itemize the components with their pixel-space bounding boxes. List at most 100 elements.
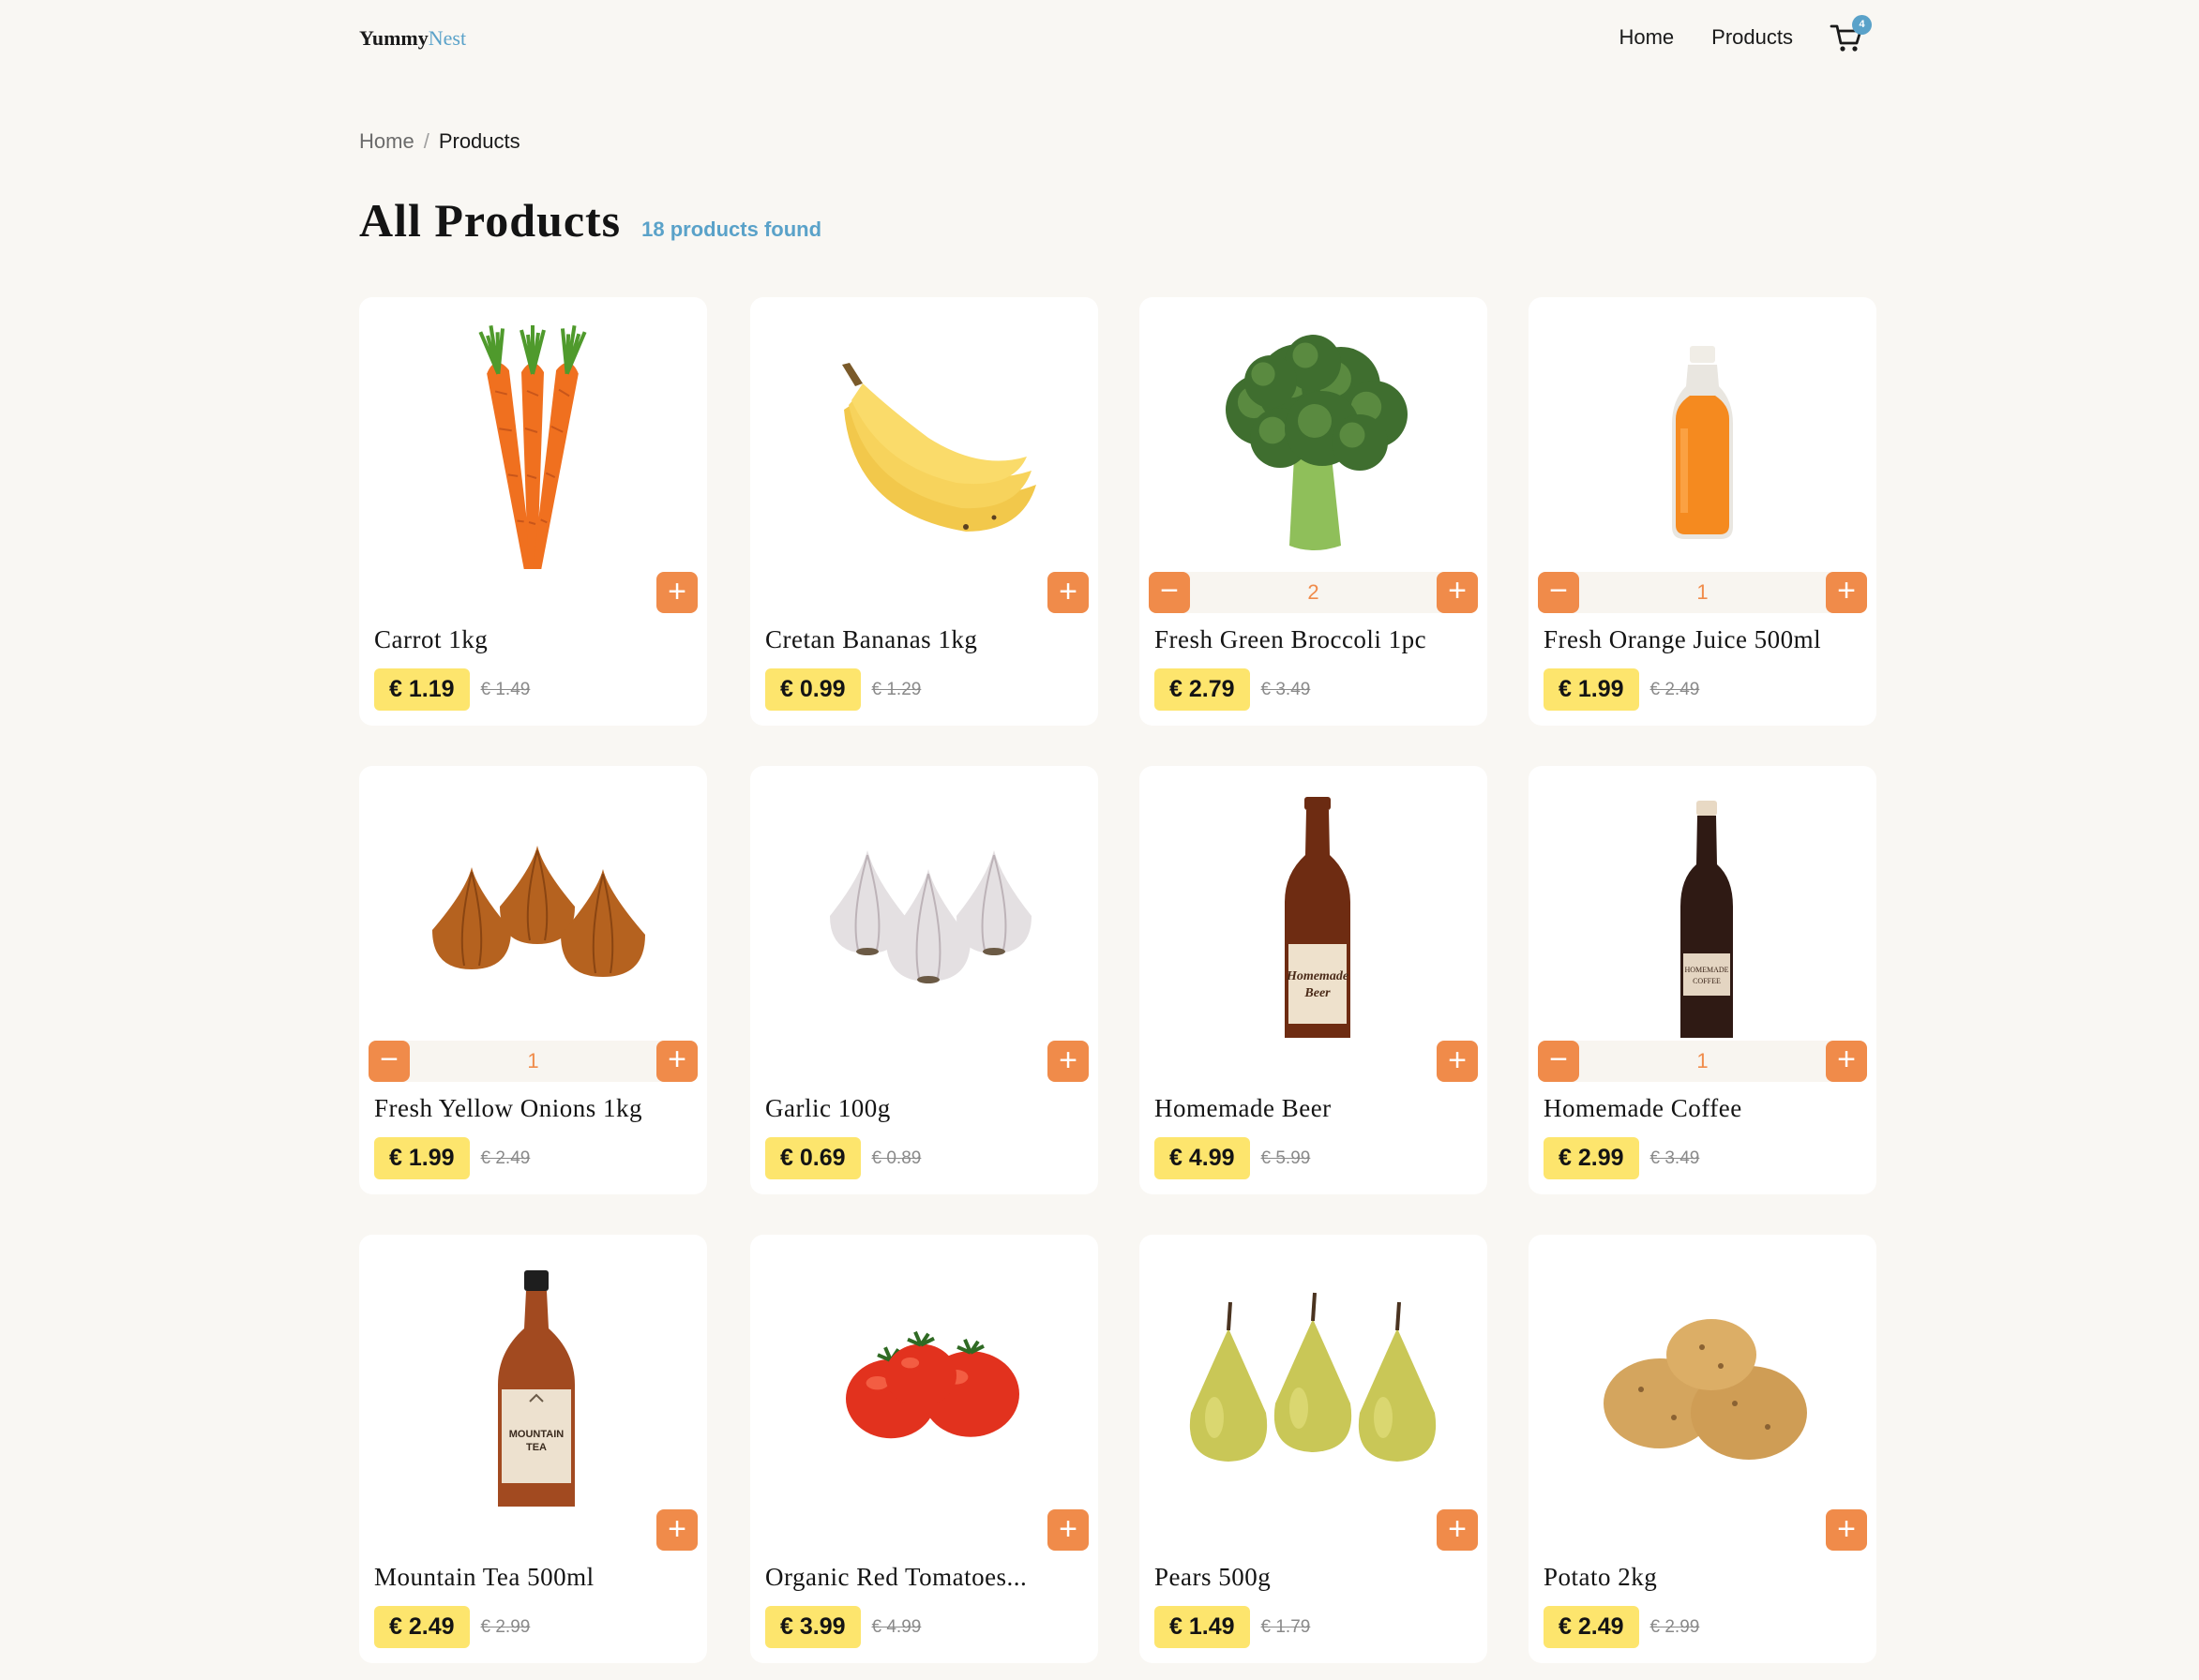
quantity-value[interactable]: 1 xyxy=(1579,1041,1826,1082)
price-row: € 1.19 € 1.49 xyxy=(374,668,530,711)
product-card[interactable]: + Garlic 100g € 0.69 € 0.89 xyxy=(750,766,1098,1194)
product-card[interactable]: + Pears 500g € 1.49 € 1.79 xyxy=(1139,1235,1487,1663)
product-name[interactable]: Potato 2kg xyxy=(1544,1563,1657,1592)
page-container: YummyNest Home Products 4 Home / Product… xyxy=(359,0,1876,1680)
add-to-cart-button[interactable]: + xyxy=(656,1509,698,1551)
product-card[interactable]: MOUNTAIN TEA + Mountain Tea 500ml € 2.49 … xyxy=(359,1235,707,1663)
onion-image[interactable] xyxy=(359,766,707,1038)
svg-text:TEA: TEA xyxy=(526,1442,547,1453)
product-price: € 1.99 xyxy=(1544,668,1639,711)
title-row: All Products 18 products found xyxy=(359,193,821,248)
increase-quantity-button[interactable]: + xyxy=(1826,572,1867,613)
product-name[interactable]: Mountain Tea 500ml xyxy=(374,1563,595,1592)
product-card[interactable]: + Potato 2kg € 2.49 € 2.99 xyxy=(1529,1235,1876,1663)
svg-text:MOUNTAIN: MOUNTAIN xyxy=(509,1429,565,1440)
coffee-bottle-image[interactable]: HOMEMADE COFFEE xyxy=(1529,766,1876,1038)
product-name[interactable]: Fresh Yellow Onions 1kg xyxy=(374,1094,642,1123)
product-old-price: € 3.49 xyxy=(1649,1148,1700,1168)
product-price: € 2.79 xyxy=(1154,668,1250,711)
svg-text:Beer: Beer xyxy=(1303,986,1331,1000)
product-name[interactable]: Carrot 1kg xyxy=(374,625,488,654)
product-price: € 1.49 xyxy=(1154,1606,1250,1648)
increase-quantity-button[interactable]: + xyxy=(1826,1041,1867,1082)
product-card[interactable]: − 1 + Fresh Yellow Onions 1kg € 1.99 € 2.… xyxy=(359,766,707,1194)
add-to-cart-button[interactable]: + xyxy=(1047,572,1089,613)
brand-part-1: Yummy xyxy=(359,26,429,50)
decrease-quantity-button[interactable]: − xyxy=(1538,572,1579,613)
product-old-price: € 2.49 xyxy=(1649,679,1700,699)
increase-quantity-button[interactable]: + xyxy=(656,1041,698,1082)
product-name[interactable]: Fresh Orange Juice 500ml xyxy=(1544,625,1821,654)
product-card[interactable]: + Cretan Bananas 1kg € 0.99 € 1.29 xyxy=(750,297,1098,726)
product-old-price: € 4.99 xyxy=(871,1616,922,1637)
beer-bottle-image[interactable]: Homemade Beer xyxy=(1139,766,1487,1038)
brand-part-2: Nest xyxy=(428,26,467,50)
product-name[interactable]: Organic Red Tomatoes... xyxy=(765,1563,1027,1592)
product-old-price: € 3.49 xyxy=(1260,679,1311,699)
site-header: YummyNest Home Products 4 xyxy=(359,0,1874,81)
product-card[interactable]: + Organic Red Tomatoes... € 3.99 € 4.99 xyxy=(750,1235,1098,1663)
add-to-cart-button[interactable]: + xyxy=(1826,1509,1867,1551)
decrease-quantity-button[interactable]: − xyxy=(1538,1041,1579,1082)
quantity-stepper: − 1 + xyxy=(1538,1041,1867,1082)
decrease-quantity-button[interactable]: − xyxy=(369,1041,410,1082)
product-old-price: € 5.99 xyxy=(1260,1148,1311,1168)
brand-logo[interactable]: YummyNest xyxy=(359,26,466,51)
product-old-price: € 2.99 xyxy=(1649,1616,1700,1637)
cart-count-badge: 4 xyxy=(1852,15,1872,35)
product-name[interactable]: Homemade Beer xyxy=(1154,1094,1332,1123)
pear-image[interactable] xyxy=(1139,1235,1487,1507)
quantity-value[interactable]: 1 xyxy=(1579,572,1826,613)
price-row: € 2.49 € 2.99 xyxy=(374,1606,530,1648)
product-card[interactable]: HOMEMADE COFFEE − 1 + Homemade Coffee € 2… xyxy=(1529,766,1876,1194)
potato-image[interactable] xyxy=(1529,1235,1876,1507)
product-price: € 1.19 xyxy=(374,668,470,711)
add-to-cart-button[interactable]: + xyxy=(656,572,698,613)
product-name[interactable]: Fresh Green Broccoli 1pc xyxy=(1154,625,1426,654)
add-to-cart-button[interactable]: + xyxy=(1047,1509,1089,1551)
product-card[interactable]: − 2 + Fresh Green Broccoli 1pc € 2.79 € 3… xyxy=(1139,297,1487,726)
product-price: € 3.99 xyxy=(765,1606,861,1648)
quantity-value[interactable]: 1 xyxy=(410,1041,656,1082)
price-row: € 2.79 € 3.49 xyxy=(1154,668,1310,711)
price-row: € 2.99 € 3.49 xyxy=(1544,1137,1699,1179)
product-price: € 0.69 xyxy=(765,1137,861,1179)
page-title: All Products xyxy=(359,194,622,247)
garlic-image[interactable] xyxy=(750,766,1098,1038)
price-row: € 4.99 € 5.99 xyxy=(1154,1137,1310,1179)
broccoli-image[interactable] xyxy=(1139,297,1487,569)
increase-quantity-button[interactable]: + xyxy=(1437,572,1478,613)
tomato-image[interactable] xyxy=(750,1235,1098,1507)
banana-image[interactable] xyxy=(750,297,1098,569)
price-row: € 2.49 € 2.99 xyxy=(1544,1606,1699,1648)
price-row: € 0.69 € 0.89 xyxy=(765,1137,921,1179)
main-nav: Home Products xyxy=(1619,25,1793,50)
tea-bottle-image[interactable]: MOUNTAIN TEA xyxy=(359,1235,707,1507)
nav-home-link[interactable]: Home xyxy=(1619,25,1674,50)
product-card[interactable]: − 1 + Fresh Orange Juice 500ml € 1.99 € 2… xyxy=(1529,297,1876,726)
add-to-cart-button[interactable]: + xyxy=(1437,1041,1478,1082)
breadcrumb-current: Products xyxy=(438,129,520,153)
breadcrumb-separator: / xyxy=(423,129,429,153)
nav-products-link[interactable]: Products xyxy=(1711,25,1793,50)
quantity-value[interactable]: 2 xyxy=(1190,572,1437,613)
product-price: € 1.99 xyxy=(374,1137,470,1179)
product-card[interactable]: + Carrot 1kg € 1.19 € 1.49 xyxy=(359,297,707,726)
quantity-stepper: − 1 + xyxy=(369,1041,698,1082)
beer-label-text: Homemade xyxy=(1286,969,1348,983)
add-to-cart-button[interactable]: + xyxy=(1437,1509,1478,1551)
orange-juice-image[interactable] xyxy=(1529,297,1876,569)
carrot-image[interactable] xyxy=(359,297,707,569)
product-card[interactable]: Homemade Beer + Homemade Beer € 4.99 € 5.… xyxy=(1139,766,1487,1194)
product-name[interactable]: Garlic 100g xyxy=(765,1094,891,1123)
add-to-cart-button[interactable]: + xyxy=(1047,1041,1089,1082)
product-name[interactable]: Homemade Coffee xyxy=(1544,1094,1742,1123)
product-old-price: € 1.29 xyxy=(871,679,922,699)
product-name[interactable]: Cretan Bananas 1kg xyxy=(765,625,977,654)
breadcrumb-home[interactable]: Home xyxy=(359,129,414,154)
decrease-quantity-button[interactable]: − xyxy=(1149,572,1190,613)
product-price: € 4.99 xyxy=(1154,1137,1250,1179)
svg-text:COFFEE: COFFEE xyxy=(1693,977,1721,985)
product-old-price: € 2.99 xyxy=(480,1616,531,1637)
product-name[interactable]: Pears 500g xyxy=(1154,1563,1271,1592)
